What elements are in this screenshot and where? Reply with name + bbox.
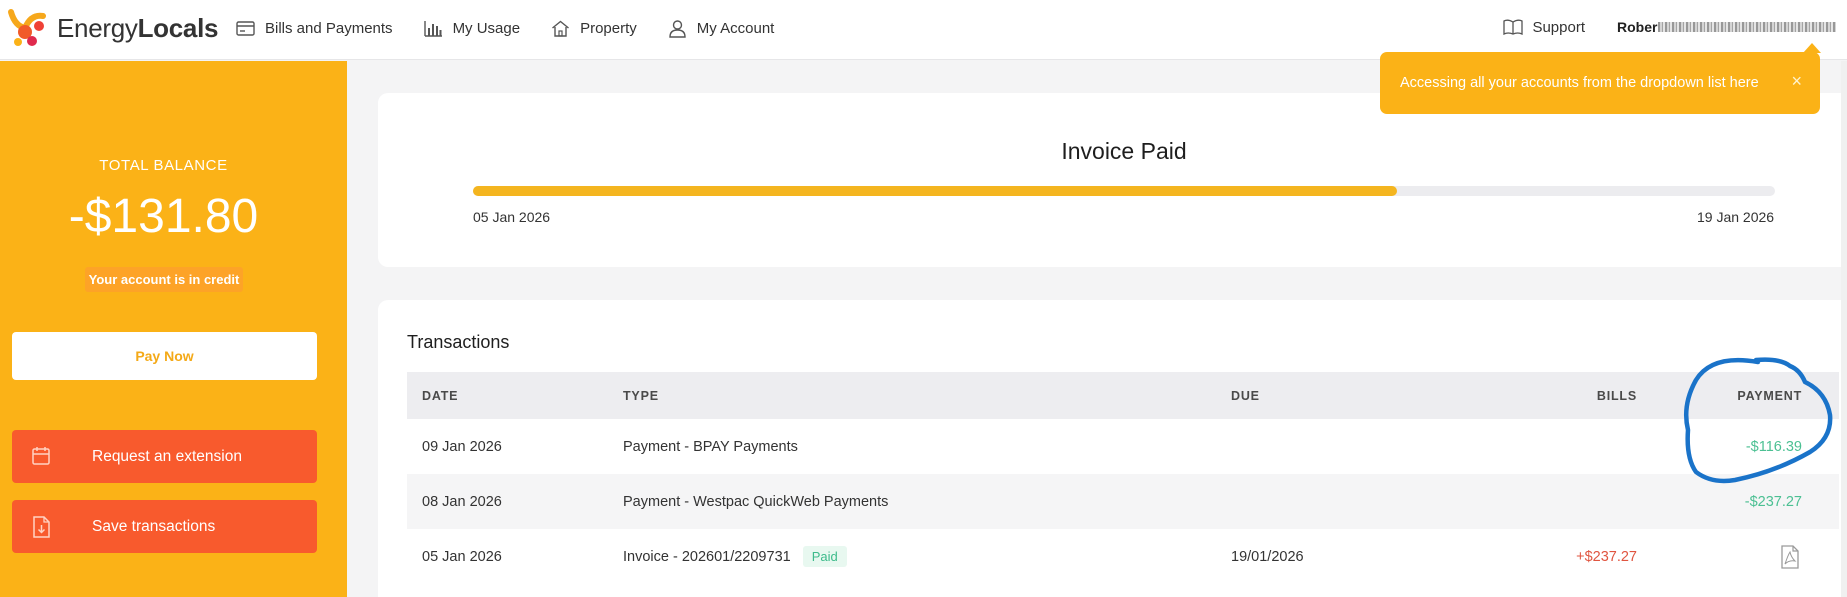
table-row[interactable]: 08 Jan 2026 Payment - Westpac QuickWeb P… [407, 474, 1839, 529]
main-navigation: Bills and Payments My Usage Property My … [236, 0, 805, 56]
user-name: Rober [1617, 19, 1658, 35]
column-header-bills[interactable]: BILLS [1557, 372, 1637, 419]
account-selector[interactable]: Rober [1617, 19, 1847, 35]
row-type: Invoice - 202601/2209731 [623, 548, 791, 565]
row-payment: -$237.27 [1744, 493, 1802, 510]
brand-name: EnergyLocals [57, 12, 219, 43]
credit-status-badge: Your account is in credit [85, 267, 243, 292]
file-download-icon [33, 516, 50, 538]
pdf-file-icon [1781, 544, 1799, 569]
total-balance-label: TOTAL BALANCE [99, 157, 228, 174]
row-date: 05 Jan 2026 [422, 548, 502, 565]
billing-period-progress-fill [473, 186, 1398, 196]
table-row[interactable]: 09 Jan 2026 Payment - BPAY Payments -$11… [407, 419, 1839, 474]
row-type-cell: Invoice - 202601/2209731 Paid [623, 529, 847, 584]
period-end-date: 19 Jan 2026 [1697, 209, 1775, 225]
support-link[interactable]: Support [1503, 19, 1585, 36]
request-extension-label: Request an extension [92, 447, 242, 465]
calendar-icon [32, 447, 50, 465]
accounts-dropdown-tooltip: Accessing all your accounts from the dro… [1380, 43, 1821, 114]
brand-logo[interactable]: EnergyLocals [5, 6, 218, 50]
row-due-date: 19/01/2026 [1231, 548, 1304, 565]
row-date: 08 Jan 2026 [422, 493, 502, 510]
transactions-table-header: DATE TYPE DUE BILLS PAYMENT [407, 372, 1839, 419]
transactions-card: Transactions DATE TYPE DUE BILLS PAYMENT… [378, 300, 1847, 597]
save-transactions-button[interactable]: Save transactions [12, 500, 317, 553]
nav-label: Bills and Payments [265, 19, 393, 37]
save-transactions-label: Save transactions [92, 517, 216, 535]
redacted-user-name [1658, 22, 1837, 32]
period-start-date: 05 Jan 2026 [473, 209, 551, 225]
energy-locals-logo-icon [5, 6, 55, 50]
row-type: Payment - BPAY Payments [623, 438, 798, 455]
balance-panel: TOTAL BALANCE -$131.80 Your account is i… [0, 61, 347, 597]
tooltip-text: Accessing all your accounts from the dro… [1400, 75, 1759, 91]
support-label: Support [1532, 18, 1585, 36]
request-extension-button[interactable]: Request an extension [12, 430, 317, 483]
book-icon [1503, 19, 1524, 35]
row-date: 09 Jan 2026 [422, 438, 502, 455]
nav-label: My Account [696, 19, 775, 37]
transactions-title: Transactions [407, 332, 510, 352]
column-header-date[interactable]: DATE [422, 372, 458, 419]
nav-right-group: Support Rober [1503, 0, 1847, 54]
pay-now-button[interactable]: Pay Now [12, 332, 317, 380]
column-header-type[interactable]: TYPE [623, 372, 659, 419]
close-icon[interactable]: × [1791, 71, 1802, 92]
bar-chart-icon [423, 20, 442, 37]
invoice-status-card: Invoice Paid 05 Jan 2026 19 Jan 2026 [378, 93, 1847, 267]
paid-status-badge: Paid [802, 546, 847, 567]
row-bills: +$237.27 [1576, 548, 1637, 565]
invoice-status-title: Invoice Paid [1061, 138, 1187, 164]
row-payment: -$116.39 [1745, 438, 1802, 455]
user-icon [669, 19, 686, 38]
nav-bills-and-payments[interactable]: Bills and Payments [236, 20, 393, 37]
nav-label: Property [580, 19, 637, 37]
page-scrollbar[interactable] [1841, 61, 1847, 597]
total-balance-amount: -$131.80 [68, 190, 259, 243]
home-icon [552, 20, 570, 37]
nav-my-account[interactable]: My Account [668, 19, 775, 38]
table-row[interactable]: 05 Jan 2026 Invoice - 202601/2209731 Pai… [407, 529, 1839, 584]
row-type: Payment - Westpac QuickWeb Payments [623, 493, 889, 510]
nav-property[interactable]: Property [551, 20, 637, 37]
download-invoice-button[interactable] [1781, 529, 1799, 584]
billing-period-progress-bar [473, 186, 1775, 196]
column-header-payment[interactable]: PAYMENT [1712, 372, 1802, 419]
nav-label: My Usage [452, 19, 521, 37]
column-header-due[interactable]: DUE [1231, 372, 1260, 419]
nav-my-usage[interactable]: My Usage [423, 19, 521, 37]
card-icon [236, 20, 255, 36]
top-nav-bar: EnergyLocals Bills and Payments My Usage… [0, 0, 1847, 60]
